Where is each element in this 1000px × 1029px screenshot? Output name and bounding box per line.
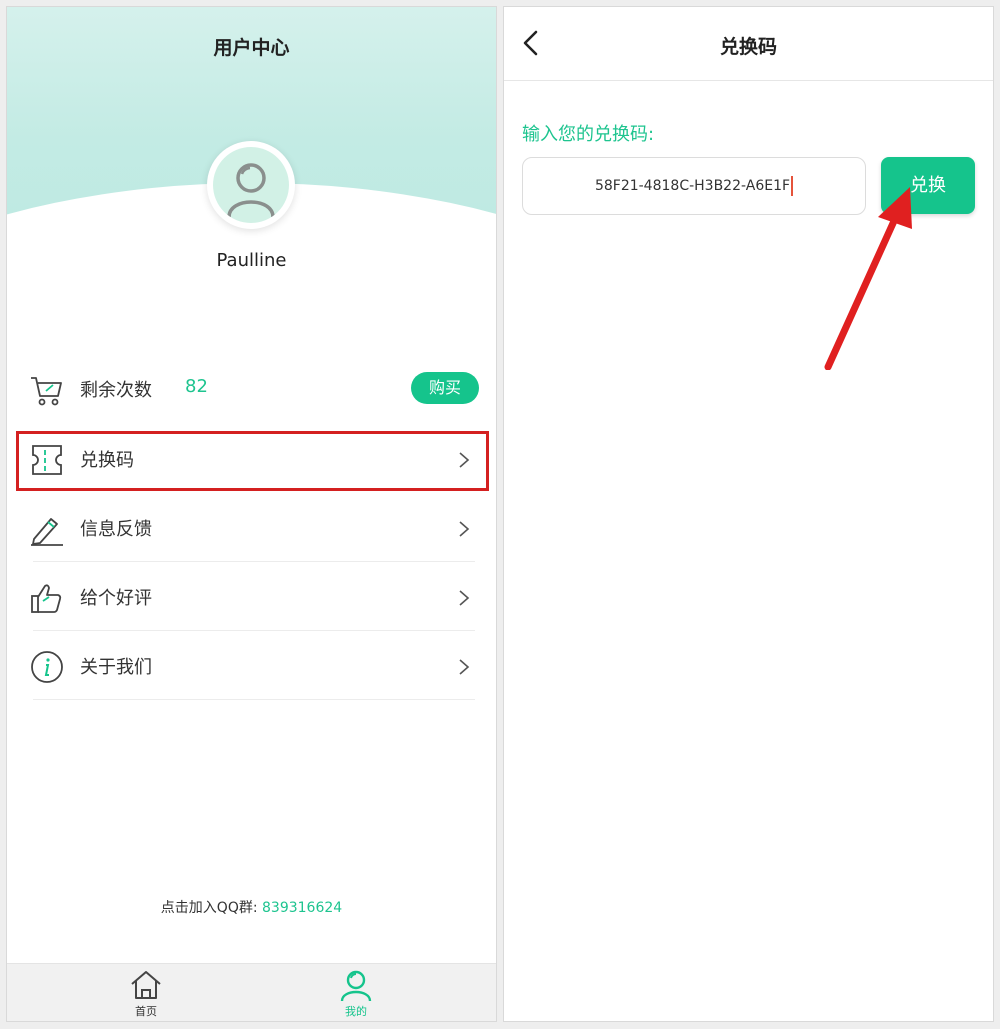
- qq-group-number[interactable]: 839316624: [262, 900, 342, 916]
- redeem-prompt-label: 输入您的兑换码:: [522, 124, 655, 145]
- bottom-tab-bar: 首页 我的: [7, 963, 496, 1021]
- menu-item-about[interactable]: 关于我们: [25, 634, 485, 700]
- thumbs-up-icon: [31, 584, 62, 613]
- menu-label-feedback: 信息反馈: [80, 519, 152, 540]
- chevron-right-icon: [459, 521, 470, 537]
- text-cursor: [791, 176, 794, 196]
- menu-item-feedback[interactable]: 信息反馈: [25, 496, 485, 562]
- divider: [33, 699, 475, 700]
- divider: [33, 630, 475, 631]
- buy-button[interactable]: 购买: [411, 372, 479, 404]
- user-icon: [340, 970, 372, 1002]
- tab-label: 我的: [345, 1005, 367, 1018]
- highlight-annotation-box: [16, 431, 489, 491]
- avatar[interactable]: [207, 141, 295, 229]
- annotation-arrow-icon: [824, 187, 912, 370]
- menu-label-rate: 给个好评: [80, 588, 152, 609]
- user-center-screen: 用户中心 Paulline 剩余次数 82 购买 兑换码 信息反馈 给个好评 关…: [6, 6, 497, 1022]
- tab-label: 首页: [135, 1005, 157, 1018]
- tab-home[interactable]: 首页: [96, 964, 196, 1021]
- home-icon: [131, 971, 161, 999]
- navigation-bar: 兑换码: [504, 7, 993, 81]
- page-title: 用户中心: [213, 37, 290, 59]
- qq-group-label: 点击加入QQ群:: [160, 900, 258, 916]
- remaining-count: 82: [185, 376, 208, 397]
- info-icon: [31, 651, 63, 683]
- page-title: 兑换码: [719, 36, 777, 58]
- divider: [33, 561, 475, 562]
- remaining-label: 剩余次数: [80, 380, 152, 401]
- remaining-count-row: 剩余次数 82 购买: [25, 357, 485, 423]
- menu-label-about: 关于我们: [80, 657, 152, 678]
- tab-profile[interactable]: 我的: [306, 964, 406, 1021]
- chevron-right-icon: [459, 590, 470, 606]
- redeem-code-screen: 兑换码 输入您的兑换码: 58F21-4818C-H3B22-A6E1F 兑换: [503, 6, 994, 1022]
- redeem-code-input[interactable]: 58F21-4818C-H3B22-A6E1F: [522, 157, 866, 215]
- pencil-icon: [31, 518, 63, 546]
- avatar-placeholder-icon: [213, 147, 289, 223]
- qq-group-link[interactable]: 点击加入QQ群: 839316624: [7, 897, 496, 917]
- cart-icon: [31, 377, 62, 406]
- chevron-right-icon: [459, 659, 470, 675]
- menu-item-rate[interactable]: 给个好评: [25, 565, 485, 631]
- username: Paulline: [216, 250, 287, 271]
- redeem-code-value: 58F21-4818C-H3B22-A6E1F: [594, 178, 791, 194]
